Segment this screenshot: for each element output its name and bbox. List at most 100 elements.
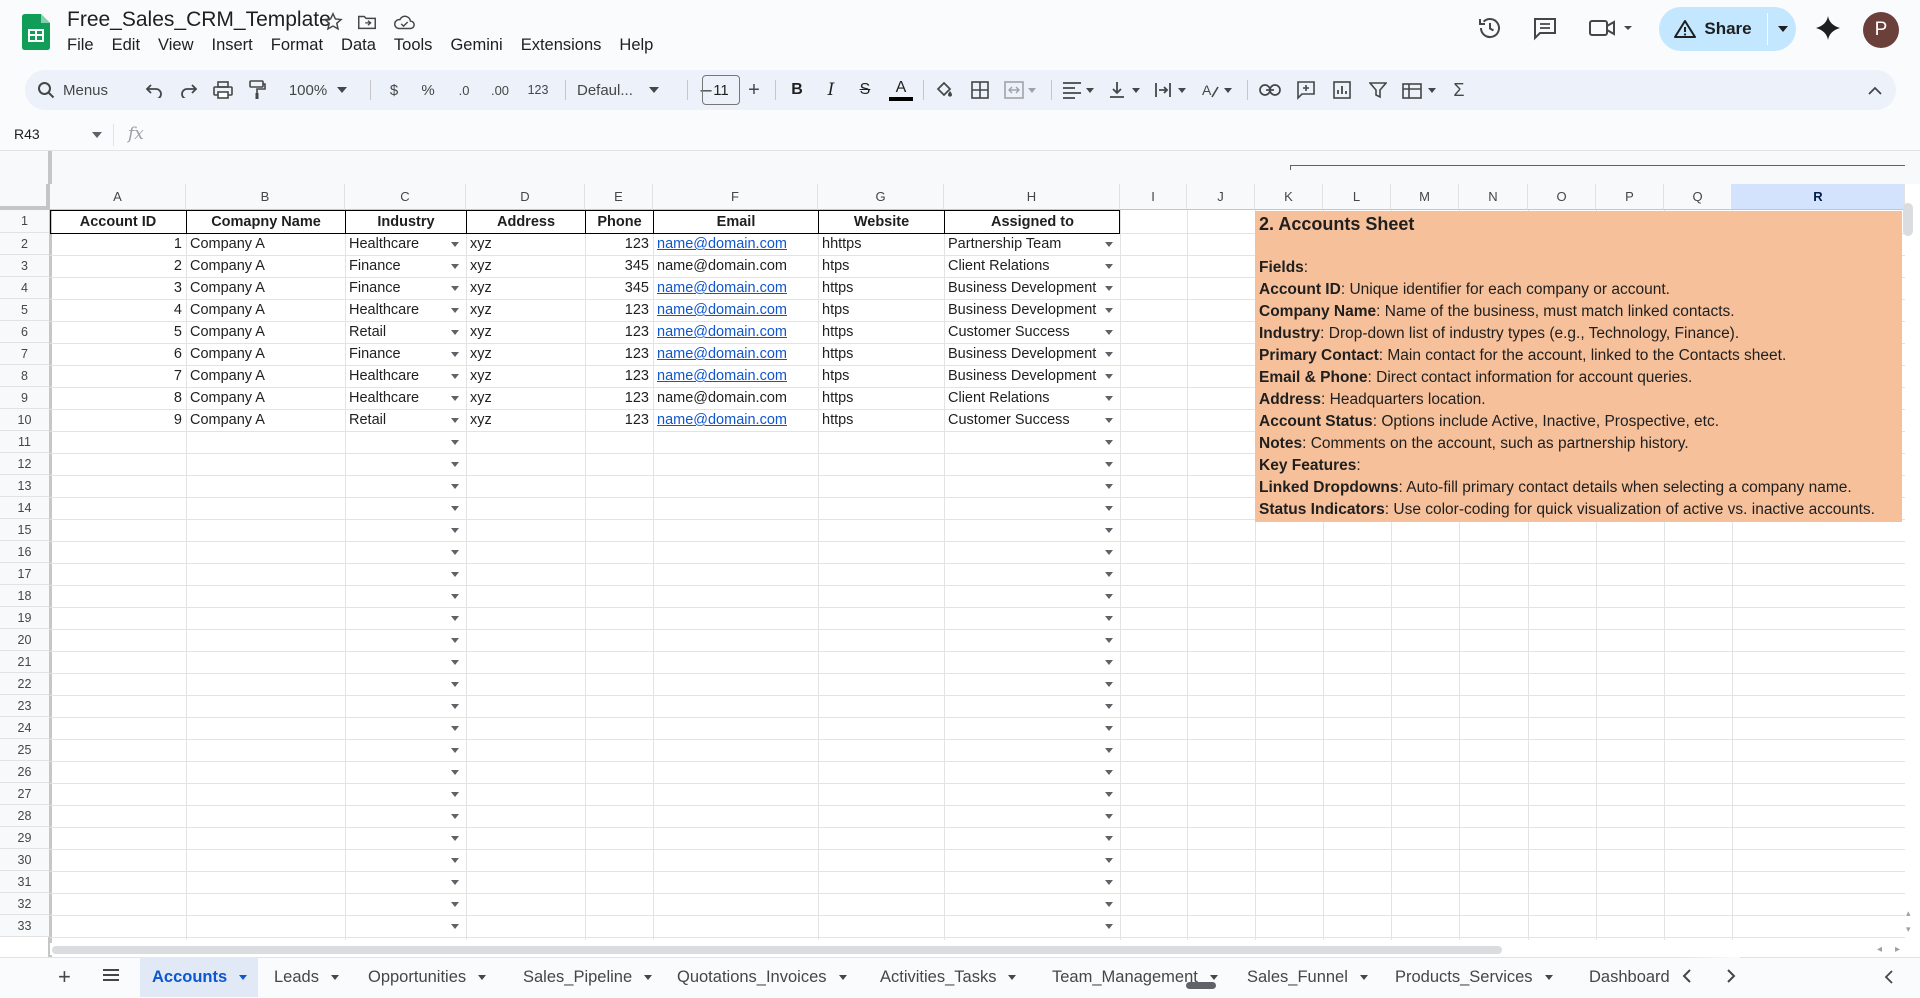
text-rotation-icon[interactable]: A: [1197, 78, 1237, 102]
menu-view[interactable]: View: [149, 35, 202, 57]
insert-chart-icon[interactable]: [1329, 78, 1355, 102]
assigned-to-cell[interactable]: Business Development: [944, 277, 1102, 299]
row-header[interactable]: 30: [0, 849, 50, 871]
company-name-cell[interactable]: Company A: [186, 365, 345, 387]
column-header-m[interactable]: M: [1391, 184, 1459, 210]
company-name-cell[interactable]: Company A: [186, 299, 345, 321]
website-cell[interactable]: htps: [818, 299, 944, 321]
column-header-n[interactable]: N: [1459, 184, 1528, 210]
dropdown-arrow-icon[interactable]: [1105, 330, 1113, 335]
fill-color-icon[interactable]: [931, 78, 957, 102]
email-cell[interactable]: name@domain.com: [653, 233, 818, 255]
industry-cell[interactable]: Retail: [345, 321, 448, 343]
dropdown-arrow-icon[interactable]: [1105, 682, 1113, 687]
sheet-tab-quotations-invoices[interactable]: Quotations_Invoices: [665, 957, 855, 997]
address-cell[interactable]: xyz: [466, 255, 585, 277]
email-cell[interactable]: name@domain.com: [653, 299, 818, 321]
scroll-left-arrow-icon[interactable]: ◂: [1877, 944, 1882, 955]
vertical-scroll-thumb[interactable]: [1903, 203, 1913, 236]
dropdown-arrow-icon[interactable]: [1105, 374, 1113, 379]
dropdown-arrow-icon[interactable]: [451, 550, 459, 555]
sheet-tab-leads[interactable]: Leads: [262, 957, 346, 997]
add-sheet-button[interactable]: +: [58, 964, 71, 990]
gemini-sparkle-icon[interactable]: [1813, 13, 1843, 43]
row-header[interactable]: 4: [0, 277, 50, 299]
dropdown-arrow-icon[interactable]: [451, 462, 459, 467]
chevron-down-icon[interactable]: [644, 974, 653, 980]
dropdown-arrow-icon[interactable]: [451, 880, 459, 885]
row-header[interactable]: 19: [0, 607, 50, 629]
row-header[interactable]: 12: [0, 453, 50, 475]
industry-cell[interactable]: Healthcare: [345, 365, 448, 387]
dropdown-arrow-icon[interactable]: [451, 396, 459, 401]
column-header-l[interactable]: L: [1323, 184, 1391, 210]
dropdown-arrow-icon[interactable]: [1105, 264, 1113, 269]
comments-icon[interactable]: [1530, 13, 1560, 43]
phone-cell[interactable]: 123: [585, 387, 653, 409]
dropdown-arrow-icon[interactable]: [451, 506, 459, 511]
filter-icon[interactable]: [1365, 78, 1391, 102]
phone-cell[interactable]: 123: [585, 365, 653, 387]
paint-format-icon[interactable]: [245, 78, 269, 102]
header-cell[interactable]: Comapny Name: [186, 210, 345, 233]
company-name-cell[interactable]: Company A: [186, 233, 345, 255]
dropdown-arrow-icon[interactable]: [451, 770, 459, 775]
name-box[interactable]: R43: [14, 126, 40, 142]
company-name-cell[interactable]: Company A: [186, 277, 345, 299]
company-name-cell[interactable]: Company A: [186, 387, 345, 409]
share-dropdown-button[interactable]: [1769, 7, 1796, 51]
sheets-logo-icon[interactable]: [22, 14, 50, 50]
print-icon[interactable]: [211, 78, 235, 102]
phone-cell[interactable]: 345: [585, 255, 653, 277]
header-cell[interactable]: Industry: [345, 210, 466, 233]
chevron-down-icon[interactable]: [1209, 974, 1218, 980]
menu-insert[interactable]: Insert: [203, 35, 262, 57]
assigned-to-cell[interactable]: Client Relations: [944, 255, 1102, 277]
column-header-d[interactable]: D: [466, 184, 585, 210]
version-history-icon[interactable]: [1475, 13, 1505, 43]
zoom-select[interactable]: 100%: [283, 78, 353, 102]
dropdown-arrow-icon[interactable]: [1105, 396, 1113, 401]
row-header[interactable]: 1: [0, 210, 50, 233]
borders-icon[interactable]: [967, 78, 993, 102]
address-cell[interactable]: xyz: [466, 233, 585, 255]
scroll-up-arrow-icon[interactable]: ▴: [1906, 908, 1911, 919]
sheet-tab-products-services[interactable]: Products_Services: [1383, 957, 1569, 997]
decrease-decimal-button[interactable]: .0: [449, 78, 479, 102]
resize-handle[interactable]: [1186, 982, 1216, 989]
address-cell[interactable]: xyz: [466, 343, 585, 365]
assigned-to-cell[interactable]: Partnership Team: [944, 233, 1102, 255]
select-all-corner[interactable]: [0, 184, 50, 210]
website-cell[interactable]: htps: [818, 365, 944, 387]
account-id-cell[interactable]: 5: [50, 321, 186, 343]
row-header[interactable]: 7: [0, 343, 50, 365]
row-header[interactable]: 16: [0, 541, 50, 563]
row-header[interactable]: 29: [0, 827, 50, 849]
email-cell[interactable]: name@domain.com: [653, 321, 818, 343]
font-family-select[interactable]: Defaul...: [577, 78, 677, 102]
assigned-to-cell[interactable]: Business Development: [944, 365, 1102, 387]
header-cell[interactable]: Website: [818, 210, 944, 233]
dropdown-arrow-icon[interactable]: [1105, 616, 1113, 621]
account-id-cell[interactable]: 7: [50, 365, 186, 387]
website-cell[interactable]: htps: [818, 255, 944, 277]
dropdown-arrow-icon[interactable]: [1105, 814, 1113, 819]
dropdown-arrow-icon[interactable]: [451, 286, 459, 291]
menu-format[interactable]: Format: [262, 35, 332, 57]
dropdown-arrow-icon[interactable]: [1105, 528, 1113, 533]
row-header[interactable]: 9: [0, 387, 50, 409]
dropdown-arrow-icon[interactable]: [1105, 792, 1113, 797]
website-cell[interactable]: https: [818, 321, 944, 343]
dropdown-arrow-icon[interactable]: [1105, 308, 1113, 313]
chevron-down-icon[interactable]: [478, 974, 487, 980]
sheet-tab-dashboard[interactable]: Dashboard: [1577, 957, 1687, 997]
website-cell[interactable]: https: [818, 277, 944, 299]
row-header[interactable]: 22: [0, 673, 50, 695]
more-formats-button[interactable]: 123: [522, 78, 554, 102]
functions-icon[interactable]: Σ: [1447, 78, 1471, 102]
column-header-j[interactable]: J: [1187, 184, 1255, 210]
row-header[interactable]: 24: [0, 717, 50, 739]
column-header-k[interactable]: K: [1255, 184, 1323, 210]
bold-icon[interactable]: B: [785, 78, 809, 102]
company-name-cell[interactable]: Company A: [186, 343, 345, 365]
